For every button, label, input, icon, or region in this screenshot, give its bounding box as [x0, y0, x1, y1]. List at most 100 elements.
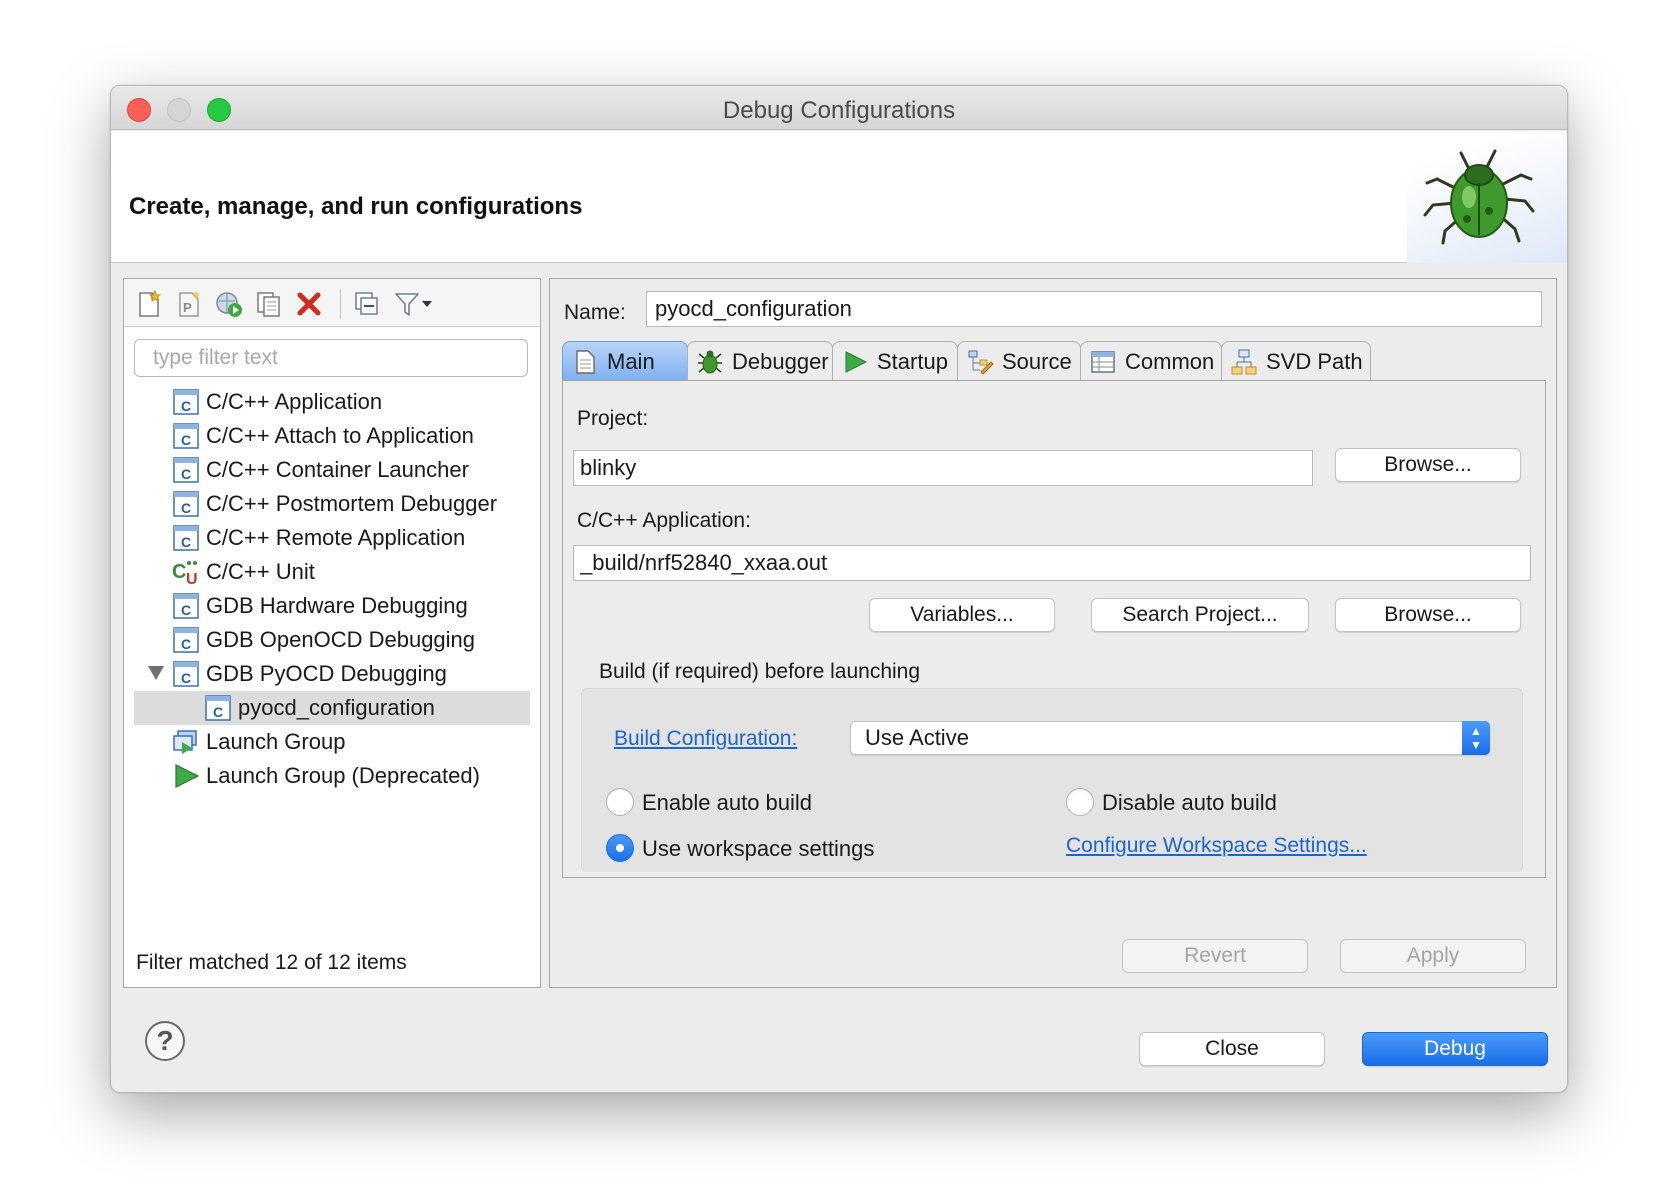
new-prototype-button[interactable]: P [172, 287, 206, 321]
svg-text:C: C [181, 432, 191, 448]
table-icon [1091, 350, 1115, 373]
tree-item-cpp-container[interactable]: C C/C++ Container Launcher [124, 453, 540, 487]
svg-text:U: U [186, 571, 198, 586]
title-bar: Debug Configurations [111, 86, 1567, 130]
tab-source[interactable]: Source [957, 341, 1081, 381]
tree-item-cpp-remote[interactable]: C C/C++ Remote Application [124, 521, 540, 555]
tab-main[interactable]: Main [562, 341, 688, 381]
svg-text:C: C [181, 466, 191, 482]
delete-icon [297, 292, 321, 316]
configuration-editor-panel: Name: Main Debugger Startup Source Commo… [549, 278, 1557, 988]
project-input[interactable] [573, 450, 1313, 486]
svg-text:C: C [213, 704, 223, 720]
enable-auto-build-radio[interactable] [606, 788, 634, 816]
c-launch-icon: C [173, 491, 199, 517]
main-tab-content: Project: Browse... C/C++ Application: Va… [562, 380, 1546, 878]
variables-button[interactable]: Variables... [869, 598, 1055, 632]
export-icon [216, 292, 242, 317]
document-icon [576, 349, 595, 374]
select-arrows-icon: ▲ ▼ [1462, 721, 1490, 755]
revert-button[interactable]: Revert [1122, 939, 1308, 973]
new-prototype-icon: P [179, 292, 199, 317]
tab-svd-path[interactable]: SVD Path [1221, 341, 1371, 381]
project-label: Project: [577, 407, 649, 430]
banner-art [1407, 131, 1567, 263]
cpp-application-input[interactable] [573, 545, 1531, 581]
delete-configuration-button[interactable] [292, 287, 326, 321]
svg-text:C: C [181, 636, 191, 652]
svg-text:C: C [181, 670, 191, 686]
c-launch-icon: C [173, 593, 199, 619]
c-launch-icon: C [173, 661, 199, 687]
tree-item-launch-group[interactable]: Launch Group [124, 725, 540, 759]
filter-status-text: Filter matched 12 of 12 items [136, 951, 407, 974]
filter-input[interactable] [134, 339, 528, 377]
new-configuration-button[interactable] [132, 287, 166, 321]
svg-text:P: P [183, 300, 192, 315]
c-launch-icon: C [205, 695, 231, 721]
c-launch-icon: C [173, 457, 199, 483]
apply-button[interactable]: Apply [1340, 939, 1526, 973]
search-project-button[interactable]: Search Project... [1091, 598, 1309, 632]
name-label: Name: [564, 301, 626, 324]
tree-item-cpp-application[interactable]: C C/C++ Application [124, 385, 540, 419]
list-toolbar: P [124, 279, 540, 327]
tab-debugger[interactable]: Debugger [687, 341, 833, 381]
collapse-all-icon [355, 292, 378, 315]
launch-group-icon [173, 730, 197, 754]
close-button[interactable]: Close [1139, 1032, 1325, 1066]
svg-text:C: C [181, 534, 191, 550]
play-icon [845, 350, 868, 373]
tab-common[interactable]: Common [1080, 341, 1222, 381]
use-workspace-settings-radio[interactable] [606, 834, 634, 862]
svg-text:C: C [181, 500, 191, 516]
tree-item-cpp-postmortem[interactable]: C C/C++ Postmortem Debugger [124, 487, 540, 521]
configuration-tree: C C/C++ Application C C/C++ Attach to Ap… [124, 385, 540, 793]
chevron-down-icon [422, 301, 432, 307]
c-launch-icon: C [173, 627, 199, 653]
tree-item-gdb-pyocd[interactable]: C GDB PyOCD Debugging [124, 657, 540, 691]
filter-menu-dropdown[interactable] [418, 287, 436, 321]
bug-icon [698, 350, 722, 373]
tree-item-cpp-attach[interactable]: C C/C++ Attach to Application [124, 419, 540, 453]
duplicate-icon [257, 292, 280, 317]
tree-item-launch-group-deprecated[interactable]: Launch Group (Deprecated) [124, 759, 540, 793]
duplicate-configuration-button[interactable] [252, 287, 286, 321]
debug-configurations-window: Debug Configurations Create, manage, and… [110, 85, 1568, 1093]
build-group-box: Build Configuration: Use Active ▲ ▼ Enabl… [581, 688, 1523, 872]
tree-item-gdb-hardware[interactable]: C GDB Hardware Debugging [124, 589, 540, 623]
bug-icon [1423, 149, 1535, 245]
source-icon [968, 350, 994, 375]
tree-item-gdb-openocd[interactable]: C GDB OpenOCD Debugging [124, 623, 540, 657]
debug-button[interactable]: Debug [1362, 1032, 1548, 1066]
browse-project-button[interactable]: Browse... [1335, 448, 1521, 482]
tab-startup[interactable]: Startup [832, 341, 958, 381]
tree-item-pyocd-configuration[interactable]: C pyocd_configuration [134, 691, 530, 725]
svg-text:C: C [172, 561, 186, 583]
help-icon[interactable]: ? [145, 1021, 185, 1061]
tree-item-cpp-unit[interactable]: CU C/C++ Unit [124, 555, 540, 589]
c-launch-icon: C [173, 389, 199, 415]
hierarchy-icon [1231, 349, 1257, 374]
build-configuration-select[interactable]: Use Active ▲ ▼ [850, 721, 1490, 755]
header-banner: Create, manage, and run configurations [111, 131, 1567, 263]
c-unit-icon: CU [172, 561, 198, 586]
export-configuration-button[interactable] [212, 287, 246, 321]
cpp-application-label: C/C++ Application: [577, 509, 751, 532]
banner-title: Create, manage, and run configurations [129, 193, 583, 220]
disable-auto-build-radio[interactable] [1066, 788, 1094, 816]
browse-application-button[interactable]: Browse... [1335, 598, 1521, 632]
c-launch-icon: C [173, 525, 199, 551]
build-configuration-link[interactable]: Build Configuration: [614, 727, 797, 751]
toolbar-separator [340, 289, 341, 319]
window-title: Debug Configurations [722, 97, 956, 124]
svg-text:C: C [181, 398, 191, 414]
disable-auto-build-label: Disable auto build [1102, 790, 1277, 815]
name-input[interactable] [646, 291, 1542, 327]
expanded-triangle-icon[interactable] [148, 666, 164, 680]
configuration-list-panel: P C C/C+ [123, 278, 541, 988]
enable-auto-build-label: Enable auto build [642, 790, 813, 815]
configure-workspace-settings-link[interactable]: Configure Workspace Settings... [1066, 834, 1367, 858]
play-icon [175, 764, 200, 788]
collapse-all-button[interactable] [350, 287, 384, 321]
